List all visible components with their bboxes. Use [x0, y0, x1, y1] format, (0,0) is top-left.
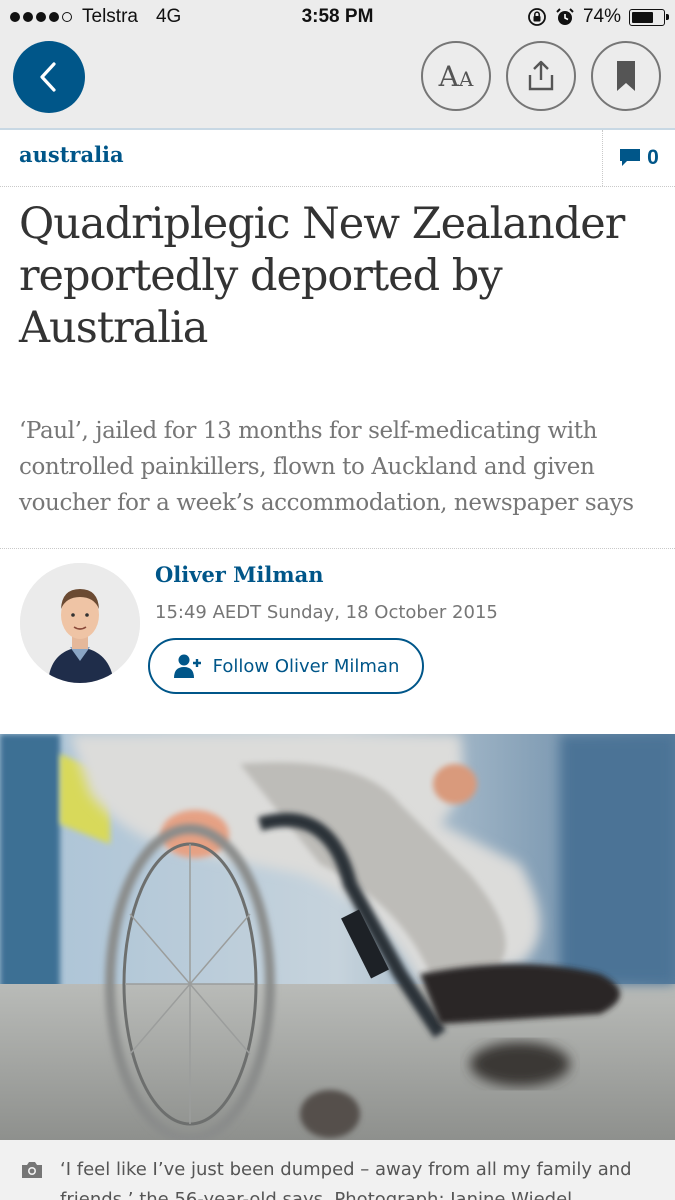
image-caption: ‘I feel like I’ve just been dumped – awa… — [60, 1159, 632, 1200]
text-size-icon: AA — [438, 59, 474, 93]
headline: Quadriplegic New Zealander reportedly de… — [19, 199, 625, 353]
divider — [0, 548, 675, 549]
share-button[interactable] — [506, 41, 576, 111]
text-size-button[interactable]: AA — [421, 41, 491, 111]
comments-button[interactable]: 0 — [602, 130, 675, 186]
chevron-left-icon — [40, 62, 56, 92]
author-avatar[interactable] — [20, 563, 140, 683]
wheelchair-photo — [0, 734, 675, 1140]
bookmark-icon — [617, 61, 635, 91]
nav-bar: AA — [0, 34, 675, 130]
alarm-icon — [556, 8, 574, 25]
comment-count: 0 — [647, 146, 659, 169]
publish-date: 15:49 AEDT Sunday, 18 October 2015 — [155, 602, 498, 623]
article-main-image[interactable] — [0, 734, 675, 1140]
status-right: 74% — [527, 6, 669, 28]
follow-label: Follow Oliver Milman — [212, 655, 400, 677]
add-person-icon — [173, 654, 201, 678]
follow-author-button[interactable]: Follow Oliver Milman — [148, 638, 424, 694]
section-link[interactable]: australia — [19, 142, 124, 167]
image-caption-bar: ‘I feel like I’ve just been dumped – awa… — [0, 1140, 675, 1200]
battery-percent: 74% — [582, 6, 621, 27]
camera-icon — [22, 1162, 42, 1178]
comment-bubble-icon — [620, 149, 641, 166]
share-icon — [528, 60, 554, 91]
author-photo — [20, 563, 140, 683]
battery-icon — [629, 8, 669, 26]
back-button[interactable] — [13, 41, 85, 113]
save-button[interactable] — [591, 41, 661, 111]
author-name[interactable]: Oliver Milman — [155, 562, 323, 587]
standfirst: ‘Paul’, jailed for 13 months for self-me… — [19, 418, 634, 516]
orientation-lock-icon — [528, 8, 546, 26]
section-row: australia 0 — [0, 130, 675, 187]
status-bar: Telstra 4G 3:58 PM 74% — [0, 0, 675, 34]
